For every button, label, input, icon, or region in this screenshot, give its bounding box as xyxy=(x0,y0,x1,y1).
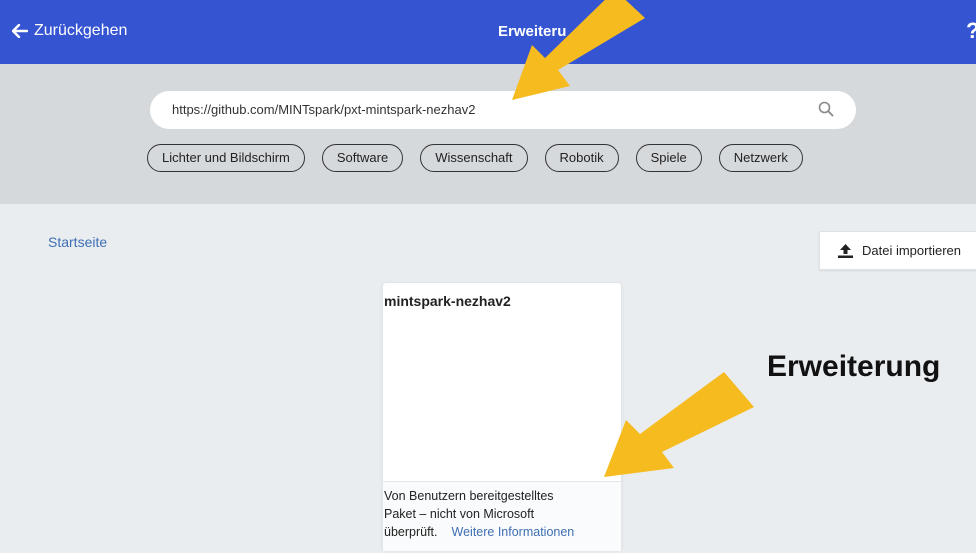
search-input-value: https://github.com/MINTspark/pxt-mintspa… xyxy=(172,102,476,117)
annotation-label: Erweiterung xyxy=(767,350,941,383)
breadcrumb-home-link[interactable]: Startseite xyxy=(48,234,107,250)
category-chip-robotik[interactable]: Robotik xyxy=(544,144,619,172)
annotation-arrow-top xyxy=(512,0,645,100)
more-info-link[interactable]: Weitere Informationen xyxy=(452,525,575,539)
import-file-button[interactable]: Datei importieren xyxy=(819,231,976,270)
category-chip-netzwerk[interactable]: Netzwerk xyxy=(718,144,803,172)
card-footer-line: Paket – nicht von Microsoft xyxy=(384,507,535,521)
search-icon[interactable] xyxy=(817,100,835,118)
search-panel: https://github.com/MINTspark/pxt-mintspa… xyxy=(0,64,976,204)
category-chip-software[interactable]: Software xyxy=(321,144,404,172)
category-chips: Lichter und Bildschirm Software Wissensc… xyxy=(147,144,803,172)
import-file-label: Datei importieren xyxy=(862,243,961,258)
extension-card[interactable]: mintspark-nezhav2 Von Benutzern bereitge… xyxy=(382,282,622,551)
category-chip-wissenschaft[interactable]: Wissenschaft xyxy=(420,144,528,172)
back-label: Zurückgehen xyxy=(34,22,128,39)
top-bar: Zurückgehen Erweiteru ? xyxy=(0,0,976,64)
back-button[interactable]: Zurückgehen xyxy=(12,22,127,40)
category-chip-lichter[interactable]: Lichter und Bildschirm xyxy=(147,144,305,172)
help-icon[interactable]: ? xyxy=(966,18,976,44)
extension-card-title: mintspark-nezhav2 xyxy=(384,293,511,309)
arrow-left-icon xyxy=(12,24,28,38)
extension-card-footer: Von Benutzern bereitgestelltes Paket – n… xyxy=(383,481,621,551)
card-footer-line: Von Benutzern bereitgestelltes xyxy=(384,489,554,503)
category-chip-spiele[interactable]: Spiele xyxy=(635,144,702,172)
card-footer-line-last: überprüft. Weitere Informationen xyxy=(384,525,575,539)
annotation-arrow-card xyxy=(604,372,754,477)
upload-icon xyxy=(838,243,853,258)
